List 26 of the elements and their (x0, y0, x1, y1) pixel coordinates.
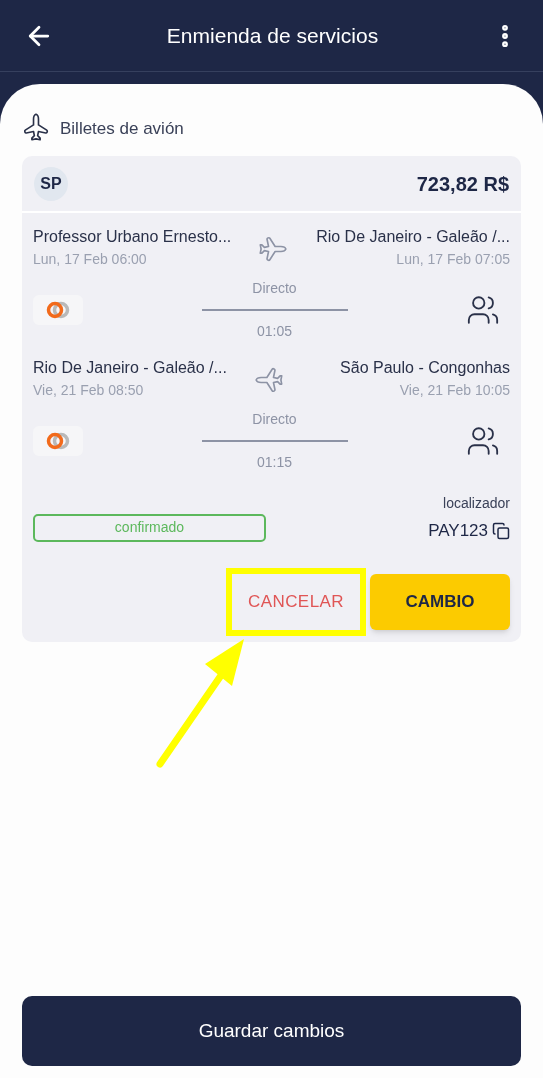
total-price: 723,82 R$ (416, 171, 509, 197)
departure-time: Vie, 21 Feb 08:50 (33, 381, 145, 400)
arrival-airport: São Paulo - Congonhas (340, 358, 510, 378)
stops-label: Directo (252, 410, 297, 429)
flight-duration: 01:15 (256, 453, 292, 472)
passengers-icon[interactable] (466, 293, 500, 327)
departure-airport: Rio De Janeiro - Galeão /... (33, 358, 228, 378)
departure-airport: Professor Urbano Ernesto... (33, 227, 233, 247)
screen-title: Enmienda de servicios (165, 22, 380, 49)
departure-time: Lun, 17 Feb 06:00 (33, 250, 148, 269)
copy-icon[interactable] (492, 521, 510, 540)
flight-duration: 01:05 (256, 322, 292, 341)
initials-avatar: SP (34, 166, 68, 201)
arrival-time: Vie, 21 Feb 10:05 (399, 381, 510, 400)
locator-code: PAY123 (428, 520, 488, 542)
arrival-airport: Rio De Janeiro - Galeão /... (316, 227, 510, 247)
change-button[interactable]: CAMBIO (370, 573, 510, 630)
status-badge: confirmado (33, 513, 266, 542)
locator-label: localizador (443, 494, 510, 513)
arrival-time: Lun, 17 Feb 07:05 (396, 250, 510, 269)
airline-logo (33, 426, 83, 456)
section-title: Billetes de avión (60, 118, 184, 141)
airline-logo (33, 295, 83, 325)
stops-label: Directo (252, 279, 297, 298)
save-changes-button[interactable]: Guardar cambios (22, 996, 521, 1066)
passengers-icon[interactable] (466, 424, 500, 458)
